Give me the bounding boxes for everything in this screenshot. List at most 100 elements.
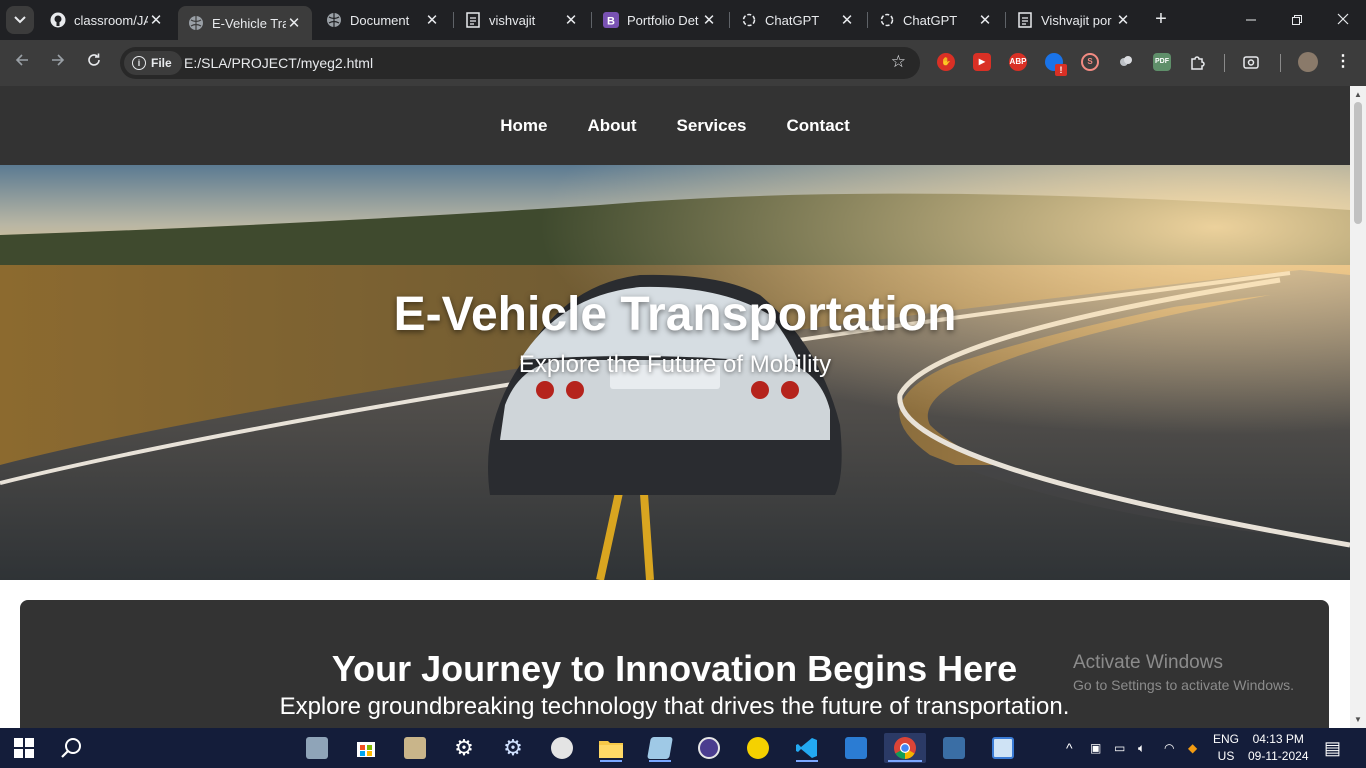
- tab-search-button[interactable]: [6, 6, 34, 34]
- browser-tab[interactable]: Document ✕: [316, 6, 450, 34]
- browser-tab[interactable]: Vishvajit por ✕: [1007, 6, 1141, 34]
- close-window-button[interactable]: [1320, 0, 1366, 40]
- close-icon[interactable]: ✕: [977, 11, 993, 29]
- settings-gear-icon[interactable]: ⚙: [449, 733, 479, 763]
- word-app-icon[interactable]: [841, 733, 871, 763]
- site-info-chip[interactable]: i File: [124, 51, 182, 75]
- browser-tab[interactable]: vishvajit ✕: [455, 6, 589, 34]
- chrome-app-icon[interactable]: [884, 733, 926, 763]
- page-icon: [465, 12, 481, 28]
- wifi-icon[interactable]: ◠: [1164, 728, 1174, 768]
- tab-separator: [867, 12, 868, 28]
- notepad-app-icon[interactable]: [645, 733, 675, 763]
- page-scrollbar[interactable]: ▲ ▼: [1350, 86, 1366, 728]
- browser-tab-active[interactable]: E-Vehicle Tra ✕: [178, 6, 312, 40]
- mysql-workbench-icon[interactable]: [939, 733, 969, 763]
- scroll-thumb[interactable]: [1354, 102, 1362, 224]
- file-manager-app-icon[interactable]: [302, 733, 332, 763]
- extension-with-badge-icon[interactable]: !: [1045, 53, 1067, 76]
- running-indicator: [600, 760, 622, 762]
- language-indicator[interactable]: ENG US: [1213, 732, 1239, 764]
- browser-tab[interactable]: classroom/JA ✕: [40, 6, 174, 34]
- file-explorer-icon[interactable]: [596, 733, 626, 763]
- alert-badge: !: [1055, 64, 1067, 76]
- running-indicator: [649, 760, 671, 762]
- media-player-icon[interactable]: [743, 733, 773, 763]
- screenshot-lens-icon[interactable]: [1242, 53, 1260, 71]
- back-button[interactable]: [10, 51, 34, 75]
- browser-toolbar: i File E:/SLA/PROJECT/myeg2.html ☆ ✋ ▶ A…: [0, 40, 1366, 86]
- notification-center-icon[interactable]: ▤: [1324, 728, 1341, 768]
- minimize-icon: [1246, 19, 1256, 21]
- windows-start-icon[interactable]: [14, 738, 34, 758]
- tab-title: classroom/JA: [74, 12, 148, 28]
- browser-tab[interactable]: ChatGPT ✕: [731, 6, 865, 34]
- page-viewport: Home About Services Contact E-Vehicle Tr…: [0, 86, 1350, 728]
- chatgpt-icon: [741, 12, 757, 28]
- app-launcher-icon[interactable]: [400, 733, 430, 763]
- close-icon[interactable]: ✕: [286, 14, 302, 32]
- volume-icon[interactable]: 🔈︎: [1138, 728, 1145, 768]
- nav-link-about[interactable]: About: [587, 116, 636, 136]
- chatgpt-icon: [879, 12, 895, 28]
- nav-link-contact[interactable]: Contact: [787, 116, 850, 136]
- bootstrap-icon: B: [603, 12, 619, 28]
- tab-title: Vishvajit por: [1041, 12, 1112, 28]
- puzzle-extensions-icon[interactable]: [1189, 53, 1207, 71]
- cloud-extension-icon[interactable]: [1117, 53, 1135, 71]
- toolbar-separator: [1224, 54, 1225, 72]
- close-icon[interactable]: ✕: [839, 11, 855, 29]
- close-icon[interactable]: ✕: [148, 11, 164, 29]
- close-icon[interactable]: ✕: [701, 11, 717, 29]
- tab-title: vishvajit: [489, 12, 536, 28]
- restore-button[interactable]: [1274, 0, 1320, 40]
- activate-windows-watermark: Activate Windows Go to Settings to activ…: [1073, 652, 1294, 693]
- eclipse-ide-icon[interactable]: [694, 733, 724, 763]
- close-icon[interactable]: ✕: [563, 11, 579, 29]
- network-status-icon[interactable]: ▣: [1090, 728, 1101, 768]
- browser-tab[interactable]: B Portfolio Det ✕: [593, 6, 727, 34]
- snipping-tool-icon[interactable]: [988, 733, 1018, 763]
- reload-icon: [88, 53, 100, 66]
- nav-link-home[interactable]: Home: [500, 116, 547, 136]
- region-code: US: [1217, 749, 1235, 763]
- vs-code-icon[interactable]: [792, 733, 822, 763]
- pdf-extension-icon[interactable]: PDF: [1153, 53, 1171, 71]
- hero-subtitle: Explore the Future of Mobility: [518, 351, 832, 378]
- search-icon[interactable]: [60, 736, 84, 760]
- github-icon: [50, 12, 66, 28]
- scroll-down-icon[interactable]: ▼: [1353, 715, 1363, 724]
- battery-icon[interactable]: ▭: [1114, 728, 1125, 768]
- paint-app-icon[interactable]: [547, 733, 577, 763]
- forward-button[interactable]: [46, 51, 70, 75]
- minimize-button[interactable]: [1228, 0, 1274, 40]
- page-icon: [1017, 12, 1033, 28]
- youtube-extension-icon[interactable]: ▶: [973, 53, 991, 71]
- nav-link-services[interactable]: Services: [677, 116, 747, 136]
- bookmark-star-icon[interactable]: ☆: [891, 52, 906, 72]
- settings-gear-icon[interactable]: ⚙: [498, 733, 528, 763]
- adblock-plus-extension-icon[interactable]: ABP: [1009, 53, 1027, 71]
- reload-button[interactable]: [82, 51, 106, 75]
- browser-tab[interactable]: ChatGPT ✕: [869, 6, 1003, 34]
- clock[interactable]: 04:13 PM 09-11-2024: [1248, 732, 1309, 764]
- language-code: ENG: [1213, 732, 1240, 746]
- close-icon[interactable]: ✕: [424, 11, 440, 29]
- watermark-subtitle: Go to Settings to activate Windows.: [1073, 677, 1294, 693]
- hand-stop-extension-icon[interactable]: ✋: [937, 53, 955, 71]
- new-tab-button[interactable]: +: [1150, 8, 1172, 30]
- profile-avatar[interactable]: [1298, 52, 1318, 72]
- tab-title: ChatGPT: [903, 12, 958, 28]
- swirl-extension-icon[interactable]: S: [1081, 53, 1099, 71]
- close-icon[interactable]: ✕: [1115, 11, 1131, 29]
- show-hidden-icons-chevron-icon[interactable]: ^: [1066, 728, 1073, 768]
- tab-separator: [591, 12, 592, 28]
- browser-menu-icon[interactable]: ⋮: [1334, 53, 1352, 71]
- scroll-up-icon[interactable]: ▲: [1353, 90, 1363, 99]
- running-indicator: [888, 760, 922, 762]
- address-bar[interactable]: i File E:/SLA/PROJECT/myeg2.html ☆: [120, 47, 920, 79]
- app-tray-icon[interactable]: ◆: [1188, 728, 1197, 768]
- microsoft-store-icon[interactable]: [351, 733, 381, 763]
- url-text[interactable]: E:/SLA/PROJECT/myeg2.html: [184, 55, 373, 71]
- svg-text:B: B: [607, 16, 615, 28]
